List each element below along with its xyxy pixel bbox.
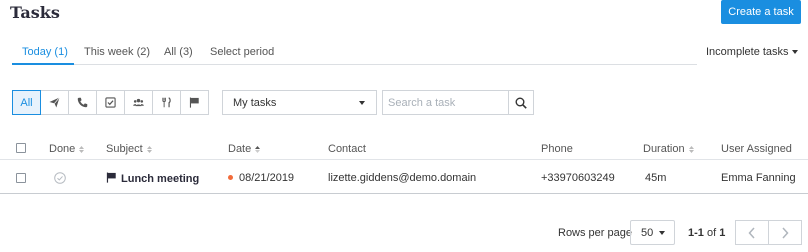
task-subject[interactable]: Lunch meeting xyxy=(106,172,199,185)
column-header-user-assigned: User Assigned xyxy=(721,143,792,155)
column-header-subject[interactable]: Subject xyxy=(106,143,152,155)
chevron-right-icon xyxy=(782,226,789,239)
pagination-range: 1-1 of 1 xyxy=(688,227,726,239)
column-header-duration[interactable]: Duration xyxy=(643,143,694,155)
page-title: Tasks xyxy=(10,3,60,22)
search-input[interactable] xyxy=(382,90,509,115)
status-filter-dropdown[interactable]: Incomplete tasks xyxy=(706,46,798,58)
rows-per-page-label: Rows per page xyxy=(558,227,632,239)
task-type-filter: All xyxy=(12,90,209,115)
sort-icon xyxy=(79,145,85,153)
sort-ascending-icon xyxy=(255,145,261,153)
task-date: 08/21/2019 xyxy=(228,172,294,184)
task-duration: 45m xyxy=(645,172,667,184)
select-all-checkbox[interactable] xyxy=(16,143,26,153)
filter-deadline-button[interactable] xyxy=(180,90,209,115)
table-row[interactable]: Lunch meeting 08/21/2019 lizette.giddens… xyxy=(0,161,808,194)
tab-this-week[interactable]: This week (2) xyxy=(84,46,150,58)
column-header-phone: Phone xyxy=(541,143,573,155)
filter-call-button[interactable] xyxy=(68,90,97,115)
task-contact[interactable]: lizette.giddens@demo.domain xyxy=(328,172,476,184)
sort-icon xyxy=(146,145,152,153)
active-tab-indicator xyxy=(12,63,74,65)
owner-filter-value: My tasks xyxy=(233,96,277,109)
search-button[interactable] xyxy=(508,90,534,115)
tab-today[interactable]: Today (1) xyxy=(22,46,68,58)
caret-down-icon xyxy=(659,231,665,235)
rows-per-page-select[interactable]: 50 xyxy=(630,220,675,245)
previous-page-button[interactable] xyxy=(735,220,769,245)
task-phone: +33970603249 xyxy=(541,172,615,184)
group-icon xyxy=(133,98,144,107)
filter-todo-button[interactable] xyxy=(96,90,125,115)
task-user-assigned: Emma Fanning xyxy=(721,172,796,184)
filter-lunch-button[interactable] xyxy=(152,90,181,115)
utensils-icon xyxy=(162,97,171,108)
column-header-done[interactable]: Done xyxy=(49,143,85,155)
done-check-icon[interactable] xyxy=(54,172,66,184)
task-subject-text: Lunch meeting xyxy=(121,173,200,185)
period-tabs: Today (1) This week (2) All (3) Select p… xyxy=(12,40,697,65)
create-task-button[interactable]: Create a task xyxy=(721,0,801,24)
table-header: Done Subject Date Contact Phone Duration… xyxy=(0,136,808,160)
search-icon xyxy=(515,97,527,109)
tab-select-period[interactable]: Select period xyxy=(210,46,274,58)
overdue-status-dot xyxy=(228,174,233,180)
chevron-left-icon xyxy=(748,226,755,239)
filter-all-button[interactable]: All xyxy=(12,90,41,115)
flag-icon xyxy=(189,97,199,108)
caret-down-icon xyxy=(791,50,798,55)
pagination-controls xyxy=(735,220,802,245)
flag-icon xyxy=(106,172,116,183)
task-date-text: 08/21/2019 xyxy=(239,172,295,184)
phone-icon xyxy=(77,97,88,108)
filter-all-label: All xyxy=(20,96,33,109)
caret-down-icon xyxy=(359,101,365,105)
row-select-checkbox[interactable] xyxy=(16,173,26,183)
next-page-button[interactable] xyxy=(768,220,802,245)
send-icon xyxy=(49,97,60,108)
rows-per-page-value: 50 xyxy=(641,226,654,239)
owner-filter-dropdown[interactable]: My tasks xyxy=(222,90,377,115)
column-header-date[interactable]: Date xyxy=(228,143,261,155)
tab-all[interactable]: All (3) xyxy=(164,46,193,58)
status-filter-label: Incomplete tasks xyxy=(706,46,789,58)
filter-email-button[interactable] xyxy=(40,90,69,115)
sort-icon xyxy=(688,145,694,153)
checkbox-icon xyxy=(105,97,116,108)
filter-meeting-button[interactable] xyxy=(124,90,153,115)
column-header-contact: Contact xyxy=(328,143,366,155)
